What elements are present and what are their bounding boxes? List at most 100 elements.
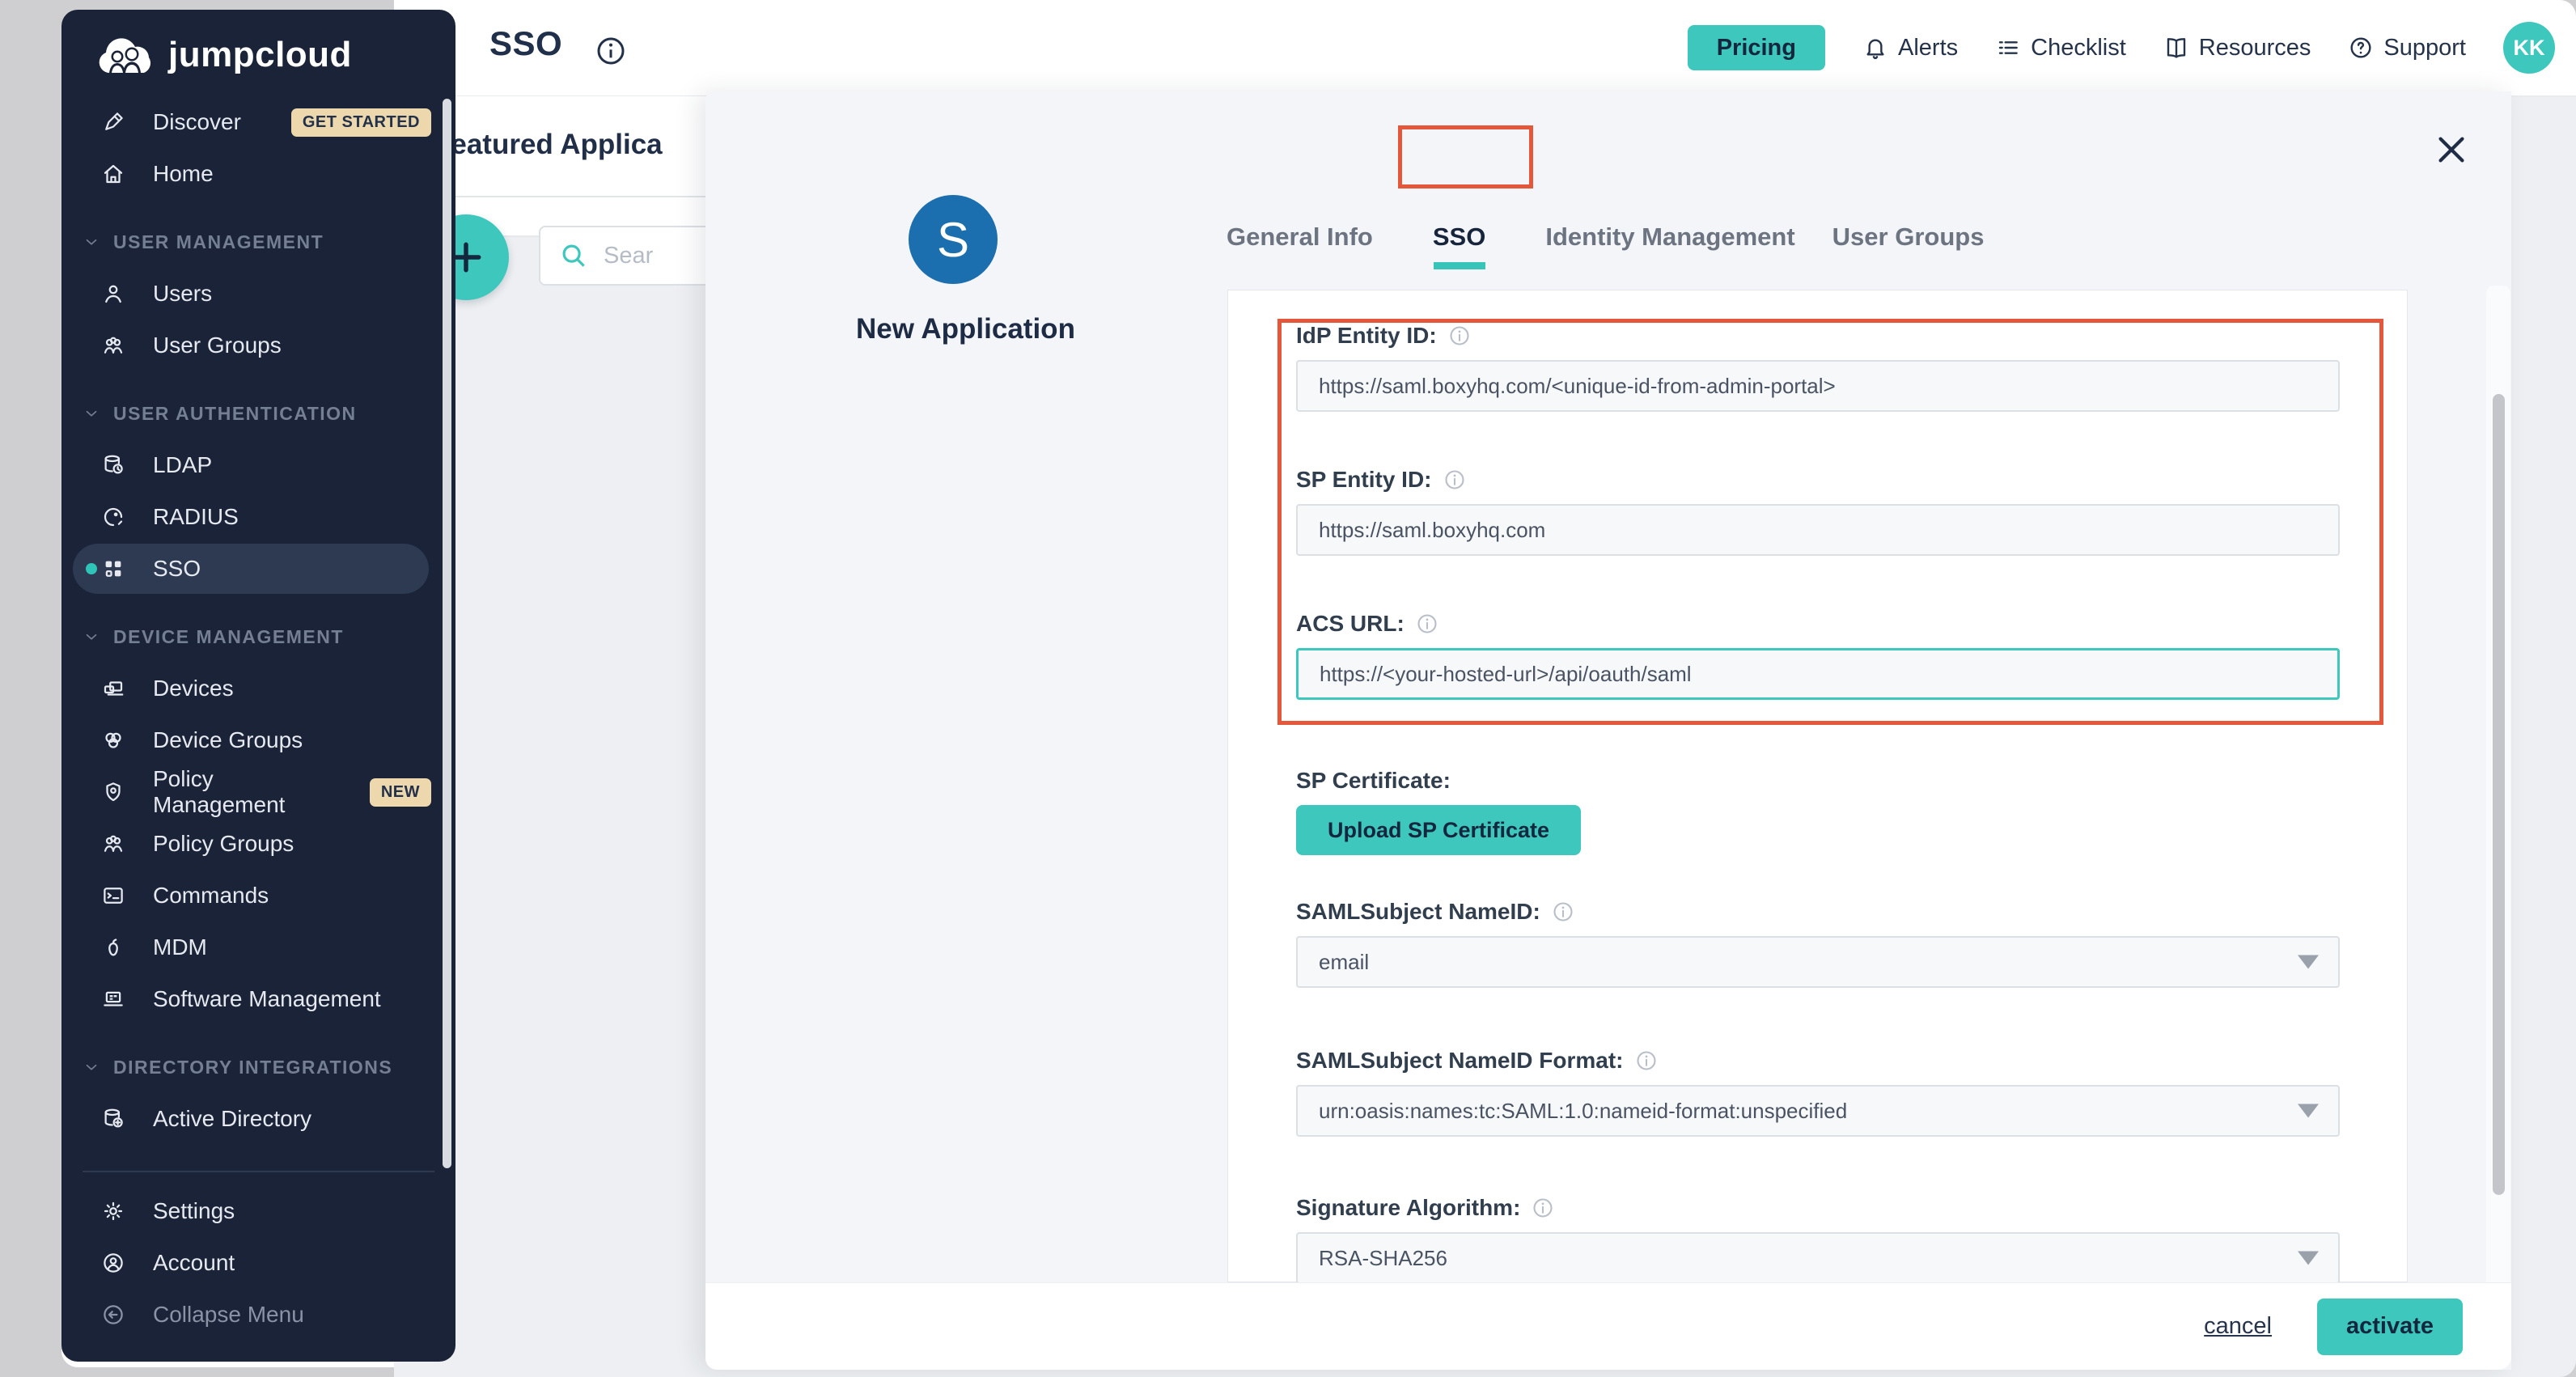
info-icon[interactable]: [595, 35, 627, 67]
sidebar-item-mdm[interactable]: MDM: [61, 922, 455, 973]
book-icon: [2163, 35, 2189, 61]
sidebar-item-device-groups[interactable]: Device Groups: [61, 714, 455, 766]
user-avatar[interactable]: KK: [2503, 22, 2555, 74]
field-row-samlsubject-nameid-format: SAMLSubject NameID Format: urn:oasis:name…: [1296, 1048, 2340, 1137]
sidebar-item-account[interactable]: Account: [61, 1237, 455, 1289]
sidebar-item-label: Active Directory: [153, 1106, 311, 1132]
cancel-button[interactable]: cancel: [2204, 1313, 2272, 1340]
checklist-icon: [1995, 35, 2021, 61]
modal-scrollbar-track[interactable]: [2486, 286, 2510, 1282]
tab-general-info[interactable]: General Info: [1225, 211, 1375, 263]
sidebar-item-home[interactable]: Home: [61, 148, 455, 200]
chevron-down-icon: [83, 405, 100, 422]
select-input[interactable]: RSA-SHA256: [1296, 1232, 2340, 1284]
jumpcloud-logo[interactable]: jumpcloud: [91, 32, 352, 78]
chevron-down-icon: [83, 233, 100, 251]
screenshot-root: SSO Pricing Alerts Checklist Resources Suppo…: [0, 0, 2576, 1377]
sidebar-item-discover[interactable]: DiscoverGET STARTED: [61, 96, 455, 148]
modal-scrollbar-thumb[interactable]: [2493, 394, 2505, 1195]
upload-button-label: Upload SP Certificate: [1328, 818, 1549, 843]
help-icon: [2348, 35, 2374, 61]
field-label: ACS URL:: [1296, 611, 2340, 637]
select-input[interactable]: email: [1296, 936, 2340, 988]
field-label: Signature Algorithm:: [1296, 1195, 2340, 1221]
sidebar-item-label: Devices: [153, 676, 234, 701]
logo-wordmark: jumpcloud: [168, 35, 352, 75]
bell-icon: [1862, 35, 1888, 61]
users-icon: [101, 832, 125, 856]
sidebar-section-directory-integrations[interactable]: DIRECTORY INTEGRATIONS: [61, 1049, 455, 1085]
topnav-label: Pricing: [1717, 35, 1796, 61]
featured-applications-heading: Featured Applica: [434, 129, 663, 161]
sidebar: jumpcloud DiscoverGET STARTED Home USER MA…: [61, 10, 455, 1362]
tab-label: User Groups: [1832, 222, 1985, 251]
caret-down-icon: [2298, 955, 2319, 969]
field-label: SAMLSubject NameID Format:: [1296, 1048, 2340, 1074]
tab-identity-management[interactable]: Identity Management: [1544, 211, 1796, 263]
sidebar-badge: GET STARTED: [291, 108, 431, 137]
tab-label: General Info: [1227, 222, 1373, 251]
search-icon: [558, 240, 589, 271]
select-value: email: [1319, 950, 1369, 975]
sidebar-item-radius[interactable]: RADIUS: [61, 491, 455, 543]
sidebar-item-collapse-menu[interactable]: Collapse Menu: [61, 1289, 455, 1341]
sidebar-badge: NEW: [370, 778, 431, 807]
close-icon[interactable]: [2430, 129, 2472, 171]
page-title: SSO: [489, 24, 562, 63]
sidebar-item-policy-management[interactable]: Policy ManagementNEW: [61, 766, 455, 818]
topnav-resources[interactable]: Resources: [2163, 35, 2311, 61]
text-input[interactable]: https://<your-hosted-url>/api/oauth/saml: [1296, 648, 2340, 700]
sidebar-scrollbar[interactable]: [443, 99, 451, 1168]
tab-user-groups[interactable]: User Groups: [1831, 211, 1986, 263]
sidebar-item-label: Software Management: [153, 986, 381, 1012]
sidebar-item-sso[interactable]: SSO: [61, 543, 455, 595]
topnav-alerts[interactable]: Alerts: [1862, 35, 1958, 61]
topnav-label: Support: [2383, 35, 2466, 61]
input-value: https://saml.boxyhq.com/<unique-id-from-…: [1319, 374, 1836, 399]
sidebar-section-device-management[interactable]: DEVICE MANAGEMENT: [61, 619, 455, 655]
caret-down-icon: [2298, 1252, 2319, 1265]
field-row-signature-algorithm: Signature Algorithm: RSA-SHA256: [1296, 1195, 2340, 1284]
sidebar-item-label: Collapse Menu: [153, 1302, 304, 1328]
field-label: SP Entity ID:: [1296, 467, 2340, 493]
field-label-text: ACS URL:: [1296, 611, 1405, 637]
devices-icon: [101, 676, 125, 701]
sso-config-panel: IdP Entity ID: https://saml.boxyhq.com/<u…: [1227, 290, 2408, 1282]
sidebar-item-user-groups[interactable]: User Groups: [61, 320, 455, 371]
sidebar-item-active-directory[interactable]: Active Directory: [61, 1093, 455, 1145]
sidebar-item-settings[interactable]: Settings: [61, 1185, 455, 1237]
select-value: RSA-SHA256: [1319, 1246, 1447, 1271]
sidebar-section-user-authentication[interactable]: USER AUTHENTICATION: [61, 396, 455, 431]
sidebar-item-label: Commands: [153, 883, 269, 909]
active-dot: [86, 563, 97, 574]
sidebar-item-devices[interactable]: Devices: [61, 663, 455, 714]
application-drawer: S New Application General InfoSSOIdentit…: [705, 91, 2511, 1370]
sidebar-item-label: Account: [153, 1250, 235, 1276]
pricing-button[interactable]: Pricing: [1688, 25, 1825, 70]
text-input[interactable]: https://saml.boxyhq.com/<unique-id-from-…: [1296, 360, 2340, 412]
sidebar-section-user-management[interactable]: USER MANAGEMENT: [61, 224, 455, 260]
field-label-text: Signature Algorithm:: [1296, 1195, 1520, 1221]
sidebar-item-label: Home: [153, 161, 214, 187]
activate-button[interactable]: activate: [2317, 1299, 2463, 1355]
sidebar-item-commands[interactable]: Commands: [61, 870, 455, 922]
field-row-samlsubject-nameid: SAMLSubject NameID:email: [1296, 899, 2340, 988]
upload-sp-certificate-button[interactable]: Upload SP Certificate: [1296, 805, 1581, 855]
policy-icon: [101, 780, 125, 804]
sidebar-item-software-management[interactable]: Software Management: [61, 973, 455, 1025]
topnav-checklist[interactable]: Checklist: [1995, 35, 2126, 61]
topnav-support[interactable]: Support: [2348, 35, 2466, 61]
section-label: DEVICE MANAGEMENT: [113, 626, 344, 648]
text-input[interactable]: https://saml.boxyhq.com: [1296, 504, 2340, 556]
field-label: SP Certificate:: [1296, 768, 2340, 794]
tab-sso[interactable]: SSO: [1431, 211, 1487, 263]
sidebar-item-ldap[interactable]: LDAP: [61, 439, 455, 491]
select-value: urn:oasis:names:tc:SAML:1.0:nameid-forma…: [1319, 1099, 1847, 1124]
select-input[interactable]: urn:oasis:names:tc:SAML:1.0:nameid-forma…: [1296, 1085, 2340, 1137]
drawer-footer: cancel activate: [705, 1282, 2511, 1370]
grid-icon: [101, 557, 125, 581]
sidebar-item-policy-groups[interactable]: Policy Groups: [61, 818, 455, 870]
sidebar-item-users[interactable]: Users: [61, 268, 455, 320]
input-value: https://saml.boxyhq.com: [1319, 518, 1545, 543]
field-label: IdP Entity ID:: [1296, 323, 2340, 349]
